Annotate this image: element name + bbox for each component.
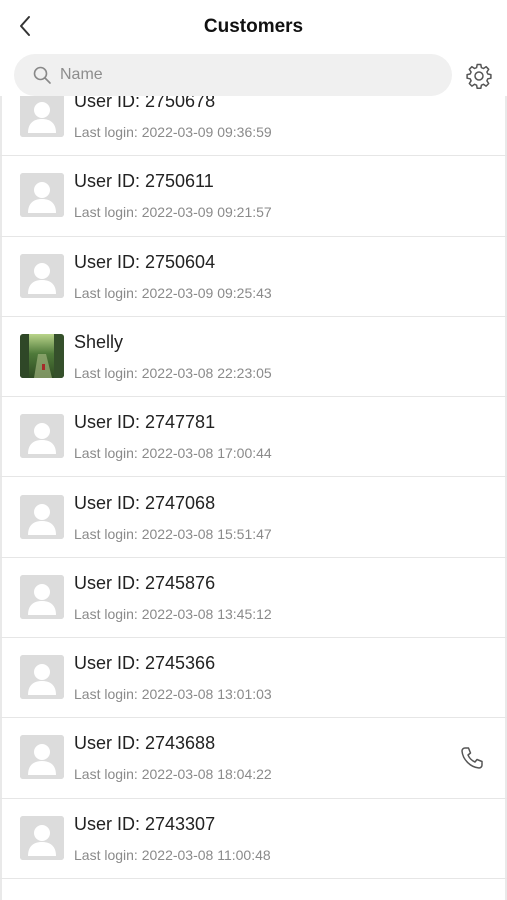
last-login-text: Last login: 2022-03-08 11:00:48 bbox=[74, 846, 271, 863]
avatar-photo bbox=[20, 333, 64, 378]
customer-list-item[interactable]: User ID: 2750678 Last login: 2022-03-09 0… bbox=[0, 96, 507, 157]
customer-list-item[interactable]: User ID: 2747068 Last login: 2022-03-08 1… bbox=[0, 478, 507, 558]
customer-name: User ID: 2743307 bbox=[74, 813, 216, 834]
page-title: Customers bbox=[203, 16, 304, 37]
customer-list-item[interactable]: User ID: 2743307 Last login: 2022-03-08 1… bbox=[0, 799, 507, 879]
last-login-text: Last login: 2022-03-09 09:36:59 bbox=[74, 124, 272, 140]
phone-icon bbox=[461, 747, 483, 770]
customer-name: User ID: 2750678 bbox=[74, 96, 216, 111]
user-icon bbox=[20, 414, 64, 459]
customer-list-item[interactable]: Shelly Last login: 2022-03-08 22:23:05 bbox=[0, 317, 507, 398]
user-icon bbox=[20, 173, 64, 218]
settings-button[interactable] bbox=[465, 62, 493, 90]
user-icon bbox=[20, 96, 64, 137]
search-box[interactable] bbox=[14, 54, 452, 96]
gear-icon bbox=[466, 63, 492, 90]
customer-name: Shelly bbox=[74, 331, 124, 352]
user-icon bbox=[20, 815, 64, 860]
customer-name: User ID: 2747781 bbox=[74, 412, 216, 433]
customer-name: User ID: 2750611 bbox=[74, 171, 214, 192]
avatar-placeholder bbox=[20, 494, 64, 539]
user-icon bbox=[20, 574, 64, 619]
customer-list-item[interactable]: User ID: 2745876 Last login: 2022-03-08 1… bbox=[0, 558, 507, 639]
customer-list-item[interactable]: User ID: 2743688 Last login: 2022-03-08 1… bbox=[0, 718, 507, 799]
avatar-placeholder bbox=[20, 96, 64, 137]
user-icon bbox=[20, 494, 64, 539]
avatar-placeholder bbox=[20, 414, 64, 459]
avatar-placeholder bbox=[20, 574, 64, 619]
customer-name: User ID: 2750604 bbox=[74, 251, 216, 272]
customer-list-item[interactable]: User ID: 2745366 Last login: 2022-03-08 1… bbox=[0, 638, 507, 719]
avatar-placeholder bbox=[20, 253, 64, 298]
customer-list[interactable]: User ID: 2750678 Last login: 2022-03-09 0… bbox=[0, 96, 507, 900]
last-login-text: Last login: 2022-03-08 13:45:12 bbox=[74, 605, 272, 622]
last-login-text: Last login: 2022-03-09 09:25:43 bbox=[74, 284, 272, 301]
customer-name: User ID: 2743688 bbox=[74, 733, 216, 754]
customer-name: User ID: 2747068 bbox=[74, 492, 216, 513]
last-login-text: Last login: 2022-03-08 22:23:05 bbox=[74, 364, 272, 381]
avatar-placeholder bbox=[20, 655, 64, 700]
customer-list-item[interactable]: User ID: 2750611 Last login: 2022-03-09 0… bbox=[0, 156, 507, 237]
search-input[interactable] bbox=[60, 54, 440, 96]
last-login-text: Last login: 2022-03-09 09:21:57 bbox=[74, 204, 272, 221]
avatar-placeholder bbox=[20, 173, 64, 218]
customer-list-item[interactable]: User ID: 2750604 Last login: 2022-03-09 0… bbox=[0, 237, 507, 317]
user-icon bbox=[20, 253, 64, 298]
call-button[interactable] bbox=[458, 744, 486, 772]
last-login-text: Last login: 2022-03-08 18:04:22 bbox=[74, 766, 272, 783]
user-icon bbox=[20, 735, 64, 780]
last-login-text: Last login: 2022-03-08 17:00:44 bbox=[74, 445, 272, 462]
last-login-text: Last login: 2022-03-08 15:51:47 bbox=[74, 525, 272, 542]
avatar-placeholder bbox=[20, 815, 64, 860]
customer-name: User ID: 2745876 bbox=[74, 572, 216, 593]
search-row bbox=[0, 54, 507, 96]
avatar-placeholder bbox=[20, 735, 64, 780]
customer-list-item[interactable]: User ID: 2747781 Last login: 2022-03-08 1… bbox=[0, 397, 507, 478]
search-icon bbox=[33, 66, 51, 84]
header: Customers bbox=[0, 0, 507, 52]
user-icon bbox=[20, 655, 64, 700]
customer-name: User ID: 2745366 bbox=[74, 653, 216, 674]
last-login-text: Last login: 2022-03-08 13:01:03 bbox=[74, 686, 272, 703]
